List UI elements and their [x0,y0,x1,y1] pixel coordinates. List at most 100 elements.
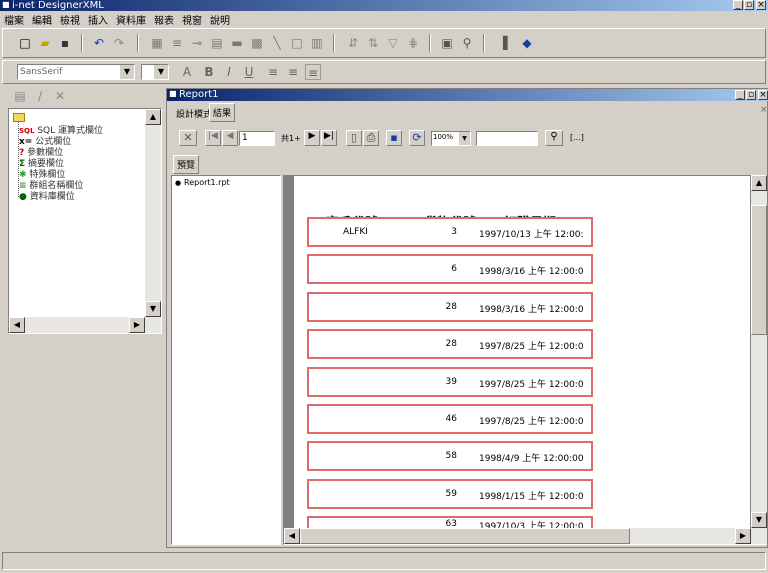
more-options-button[interactable]: [...] [570,133,584,142]
new-file-icon[interactable]: □ [17,35,33,51]
close-button[interactable]: × [756,0,766,10]
prev-page-button[interactable]: ◀ [222,130,238,146]
tree-item-database[interactable]: ● 資料庫欄位 [19,189,75,202]
scroll-down-icon[interactable]: ▼ [145,301,161,317]
insert-text-icon[interactable]: ≡ [169,35,185,51]
underline-icon[interactable]: U [241,64,257,80]
menu-file[interactable]: 檔案 [4,16,24,27]
edit-field-icon[interactable]: ▤ [12,88,28,104]
bold-icon[interactable]: B [201,64,217,80]
close-report-button[interactable]: ✕ [179,130,197,146]
insert-table-icon[interactable]: ▦ [149,35,165,51]
group-icon[interactable]: ⋕ [405,35,421,51]
maximize-button[interactable]: ▫ [746,90,756,100]
undo-icon[interactable]: ↶ [91,35,107,51]
zoom-icon[interactable]: ⚲ [459,35,475,51]
scroll-right-icon[interactable]: ▶ [129,317,145,333]
save-icon[interactable]: ▪ [57,35,73,51]
sort-asc-icon[interactable]: ⇵ [345,35,361,51]
table-row: 28 1997/8/25 上午 12:00:0 [307,329,593,359]
minimize-button[interactable]: _ [735,90,745,100]
panel-close-icon[interactable]: × [760,105,768,115]
status-bar [2,552,766,570]
insert-grid-icon[interactable]: ▤ [209,35,225,51]
insert-chart-icon[interactable]: ▥ [309,35,325,51]
open-folder-icon[interactable]: ▰ [37,35,53,51]
tab-preview[interactable]: 預覽 [173,155,200,174]
close-button[interactable]: × [758,90,768,100]
search-input[interactable] [476,131,538,146]
chevron-down-icon[interactable]: ▼ [120,65,134,79]
page-input[interactable]: 1 [239,131,275,146]
minimize-button[interactable]: _ [733,0,743,10]
scroll-up-icon[interactable]: ▲ [751,175,767,191]
database-icon[interactable]: ◆ [519,35,535,51]
scroll-left-icon[interactable]: ◀ [9,317,25,333]
menu-database[interactable]: 資料庫 [116,16,146,27]
scroll-down-icon[interactable]: ▼ [751,512,767,528]
preview-icon[interactable]: ▣ [439,35,455,51]
toolbar-separator [137,34,139,52]
cell-product: 28 [445,302,457,312]
cell-product: 6 [451,264,457,274]
chevron-down-icon[interactable]: ▼ [154,65,168,79]
align-left-icon[interactable]: ≡ [265,64,281,80]
zoom-select[interactable]: 100% ▼ [431,131,471,146]
table-row: 39 1997/8/25 上午 12:00:0 [307,367,593,397]
filter-icon[interactable]: ▽ [385,35,401,51]
delete-icon[interactable]: ✕ [52,88,68,104]
report-vertical-scrollbar[interactable]: ▲ ▼ [751,175,767,528]
menu-help[interactable]: 說明 [210,16,230,27]
font-size-select[interactable]: ▼ [141,64,169,80]
menu-view[interactable]: 檢視 [60,16,80,27]
page-total: 共1+ [281,134,301,143]
sort-desc-icon[interactable]: ⇅ [365,35,381,51]
cell-product: 63 [445,519,457,528]
field-explorer-toolbar: ▤ / ✕ [8,88,158,106]
report-options-icon[interactable]: ▐ [495,35,511,51]
scroll-thumb[interactable] [300,528,630,544]
scroll-right-icon[interactable]: ▶ [735,528,751,544]
field-explorer: SQL SQL 運算式欄位 x= 公式欄位 ? 參數欄位 Σ 摘要欄位 ✱ 特殊… [8,108,162,334]
horizontal-scrollbar[interactable]: ◀ ▶ [9,317,161,333]
report-horizontal-scrollbar[interactable]: ◀ ▶ [284,528,767,544]
report-window-icon: ■ [169,89,177,98]
chevron-down-icon[interactable]: ▼ [459,132,470,145]
export-button[interactable]: ▪ [386,130,402,146]
refresh-button[interactable]: ⟳ [409,130,425,146]
cell-product: 3 [451,227,457,237]
scroll-up-icon[interactable]: ▲ [145,109,161,125]
align-right-icon[interactable]: ≡ [305,64,321,80]
font-select[interactable]: SansSerif ▼ [17,64,135,80]
insert-box-icon[interactable]: ▬ [229,35,245,51]
print-button[interactable]: ⎙ [363,130,379,146]
table-row: 58 1998/4/9 上午 12:00:00 [307,441,593,471]
first-page-button[interactable]: |◀ [205,130,221,146]
last-page-button[interactable]: ▶| [321,130,337,146]
menu-window[interactable]: 視窗 [182,16,202,27]
cell-date: 1998/3/16 上午 12:00:0 [479,267,584,277]
align-center-icon[interactable]: ≡ [285,64,301,80]
rename-icon[interactable]: / [32,88,48,104]
draw-rect-icon[interactable]: □ [289,35,305,51]
tab-result[interactable]: 結果 [209,103,236,122]
page-setup-button[interactable]: ▯ [346,130,362,146]
table-row: 63 1997/10/3 上午 12:00:0 [307,516,593,528]
maximize-button[interactable]: ▫ [744,0,754,10]
menu-edit[interactable]: 編輯 [32,16,52,27]
scroll-thumb[interactable] [751,205,767,335]
cell-date: 1998/4/9 上午 12:00:00 [479,454,584,464]
next-page-button[interactable]: ▶ [304,130,320,146]
report-node-label[interactable]: Report1.rpt [184,178,230,187]
redo-icon[interactable]: ↷ [111,35,127,51]
draw-line-icon[interactable]: ╲ [269,35,285,51]
menu-report[interactable]: 報表 [154,16,174,27]
italic-icon[interactable]: I [221,64,237,80]
insert-link-icon[interactable]: ⊸ [189,35,205,51]
vertical-scrollbar[interactable]: ▲ ▼ [145,109,161,317]
text-color-icon[interactable]: A [179,64,195,80]
scroll-left-icon[interactable]: ◀ [284,528,300,544]
menu-insert[interactable]: 插入 [88,16,108,27]
find-button[interactable]: ⚲ [545,130,563,146]
insert-image-icon[interactable]: ▩ [249,35,265,51]
